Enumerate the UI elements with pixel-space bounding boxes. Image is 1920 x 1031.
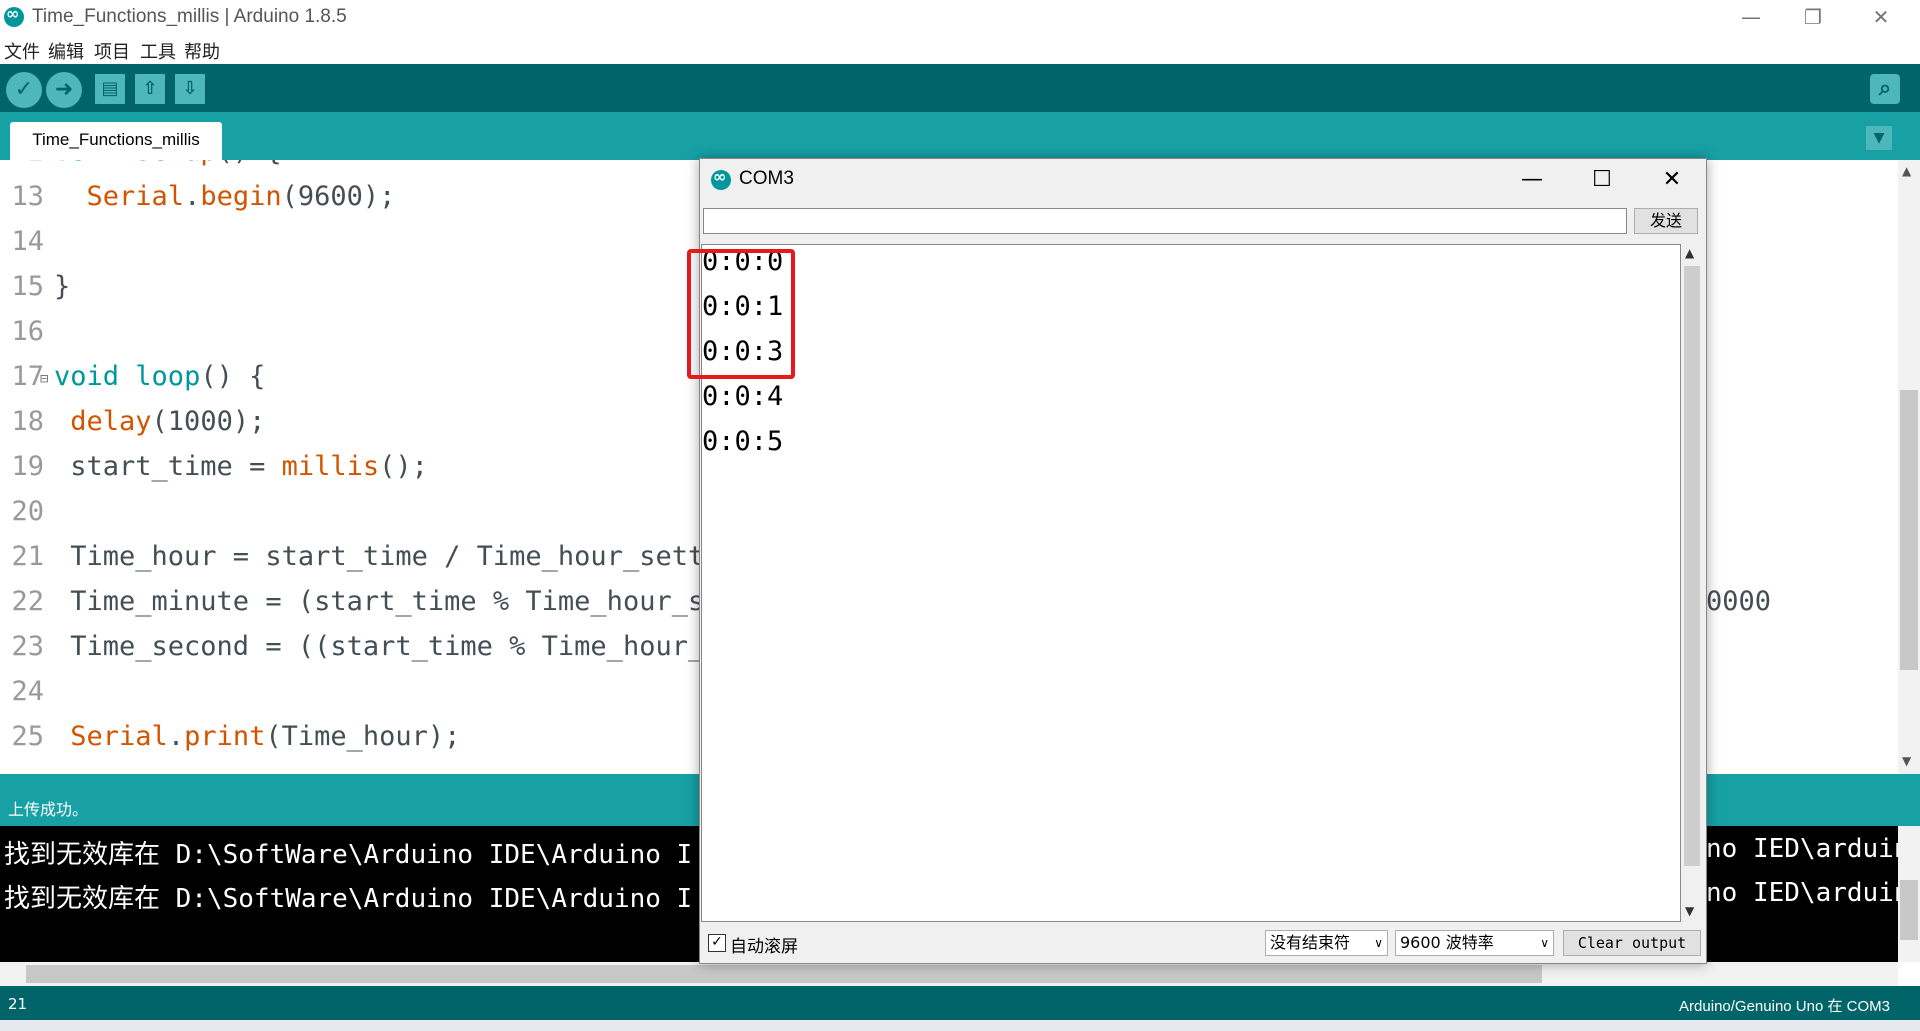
status-message: 上传成功。 — [8, 800, 89, 819]
chevron-down-icon: ∨ — [1540, 936, 1549, 950]
arduino-logo-icon — [4, 4, 24, 27]
line-number: 23 — [11, 631, 44, 662]
baud-rate-select[interactable]: 9600 波特率 ∨ — [1395, 930, 1554, 956]
line-number: 20 — [11, 496, 44, 527]
serial-send-input[interactable] — [703, 208, 1627, 234]
code-text: void loop() { — [54, 361, 266, 392]
code-text: Serial.print(Time_hour); — [70, 721, 461, 752]
serial-monitor-title: COM3 — [739, 168, 794, 189]
console-line: 找到无效库在 D:\SoftWare\Arduino IDE\Arduino I — [4, 884, 693, 914]
serial-output-line: 0:0:4 — [702, 381, 784, 412]
autoscroll-checkbox[interactable]: ✓ — [708, 934, 726, 952]
tab-strip — [0, 112, 1920, 160]
fold-toggle-icon[interactable]: ⊟ — [40, 160, 48, 162]
monitor-maximize-button[interactable]: ☐ — [1574, 160, 1630, 200]
new-sketch-icon[interactable]: ▤ — [95, 74, 125, 104]
line-number: 22 — [11, 586, 44, 617]
footer-bar — [0, 986, 1920, 1020]
minimize-button[interactable]: — — [1716, 0, 1786, 34]
autoscroll-label: 自动滚屏 — [730, 937, 798, 957]
horizontal-scroll-thumb[interactable] — [26, 965, 1542, 983]
line-number: 24 — [11, 676, 44, 707]
monitor-minimize-button[interactable]: — — [1504, 160, 1560, 200]
tab-menu-icon[interactable]: ▼ — [1866, 126, 1892, 150]
line-ending-value: 没有结束符 — [1270, 933, 1351, 952]
menu-tools[interactable]: 工具 — [140, 38, 176, 64]
line-ending-select[interactable]: 没有结束符 ∨ — [1265, 930, 1388, 956]
save-icon[interactable]: ⇩ — [175, 74, 205, 104]
open-icon[interactable]: ⇧ — [135, 74, 165, 104]
line-number: 16 — [11, 316, 44, 347]
code-text: Serial.begin(9600); — [86, 181, 396, 212]
line-number: 17 — [11, 361, 44, 392]
code-text: Time_second = ((start_time % Time_hour_s… — [54, 631, 753, 662]
serial-output-line: 0:0:5 — [702, 426, 784, 457]
restore-button[interactable]: ❐ — [1778, 0, 1848, 34]
line-number: 25 — [11, 721, 44, 752]
menu-sketch[interactable]: 项目 — [94, 38, 130, 64]
menu-edit[interactable]: 编辑 — [48, 38, 84, 64]
line-number: 15 — [11, 271, 44, 302]
serial-monitor-icon[interactable]: ⌕ — [1870, 74, 1900, 104]
menu-bar: 文件 编辑 项目 工具 帮助 — [0, 34, 1920, 64]
code-text: start_time = millis(); — [54, 451, 428, 482]
code-text-tail: 0000 — [1706, 586, 1772, 617]
line-number: 21 — [11, 541, 44, 572]
board-port-indicator: Arduino/Genuino Uno 在 COM3 — [1679, 998, 1890, 1015]
editor-scroll-thumb[interactable] — [1900, 390, 1918, 670]
scroll-up-icon[interactable]: ▲ — [1902, 164, 1911, 178]
serial-output-scroll-thumb[interactable] — [1684, 266, 1700, 866]
code-text: void setup() { — [54, 160, 282, 167]
menu-file[interactable]: 文件 — [4, 38, 40, 64]
highlight-annotation-box — [687, 249, 795, 379]
taskbar — [0, 1020, 1920, 1031]
console-scroll-thumb[interactable] — [1900, 880, 1918, 940]
monitor-close-button[interactable]: ✕ — [1644, 160, 1700, 200]
toolbar: ✓ ➜ ▤ ⇧ ⇩ ⌕ — [0, 64, 1920, 112]
upload-icon[interactable]: ➜ — [46, 72, 82, 108]
tab-sketch-label: Time_Functions_millis — [32, 130, 200, 149]
line-number: 18 — [11, 406, 44, 437]
baud-rate-value: 9600 波特率 — [1400, 933, 1494, 952]
clear-output-button[interactable]: Clear output — [1563, 930, 1701, 956]
close-button[interactable]: ✕ — [1846, 0, 1916, 34]
code-text: Time_hour = start_time / Time_hour_setti… — [54, 541, 753, 572]
verify-icon[interactable]: ✓ — [6, 72, 42, 108]
code-text: } — [54, 271, 71, 302]
fold-toggle-icon[interactable]: ⊟ — [40, 371, 48, 387]
line-number: 12 — [8, 160, 44, 167]
scroll-up-icon[interactable]: ▲ — [1685, 246, 1694, 260]
line-number-indicator: 21 — [8, 995, 28, 1013]
console-line: 找到无效库在 D:\SoftWare\Arduino IDE\Arduino I — [4, 840, 693, 870]
chevron-down-icon: ∨ — [1374, 936, 1383, 950]
line-number: 13 — [11, 181, 44, 212]
serial-output-area — [701, 244, 1681, 922]
scroll-down-icon[interactable]: ▼ — [1902, 754, 1911, 768]
send-button[interactable]: 发送 — [1634, 208, 1698, 234]
arduino-logo-icon — [711, 167, 731, 190]
console-line-tail: no IED\arduin — [1706, 878, 1898, 908]
code-text: Time_minute = (start_time % Time_hour_se… — [54, 586, 753, 617]
window-title: Time_Functions_millis | Arduino 1.8.5 — [32, 6, 347, 27]
menu-help[interactable]: 帮助 — [184, 38, 220, 64]
line-number: 14 — [11, 226, 44, 257]
console-line-tail: no IED\arduin — [1706, 834, 1898, 864]
code-text: delay(1000); — [70, 406, 266, 437]
line-number: 19 — [11, 451, 44, 482]
scroll-down-icon[interactable]: ▼ — [1685, 904, 1694, 918]
